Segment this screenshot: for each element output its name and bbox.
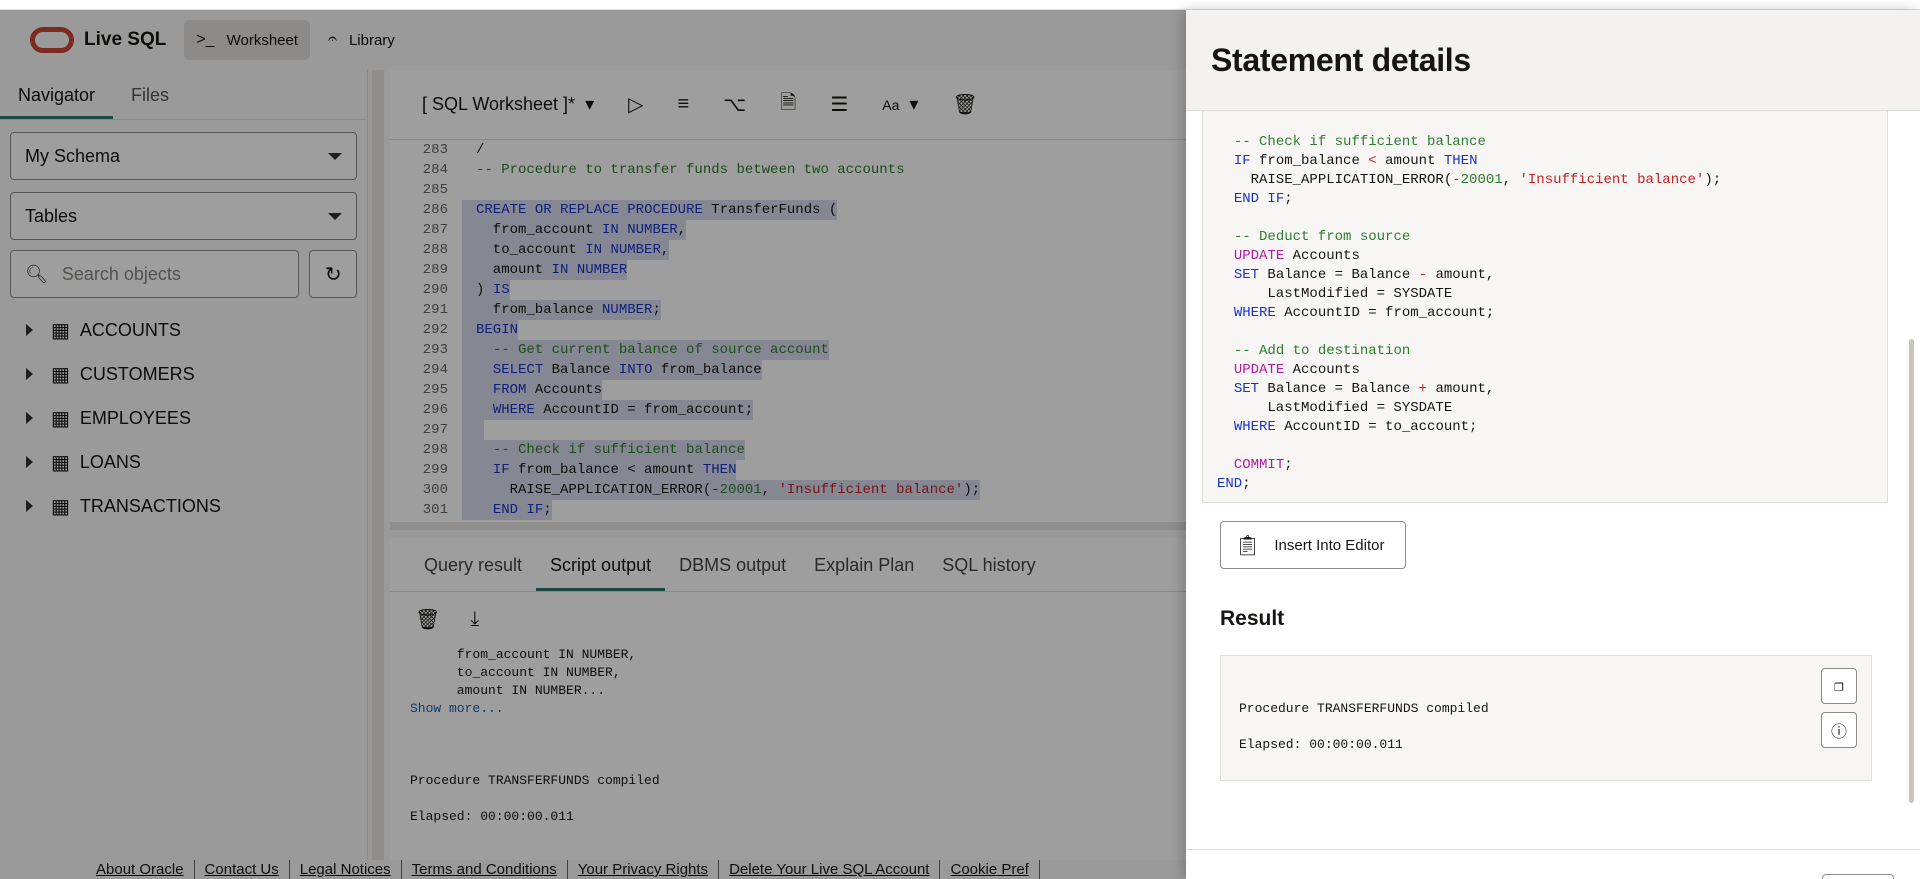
result-heading: Result xyxy=(1220,607,1285,630)
drawer-title: Statement details xyxy=(1211,41,1471,78)
browser-strip xyxy=(0,0,1920,10)
drawer-footer: Cl xyxy=(1186,849,1920,879)
clipboard-icon: 📋︎ xyxy=(1235,534,1261,557)
insert-into-editor-button[interactable]: 📋︎ Insert Into Editor xyxy=(1220,521,1406,569)
info-icon: ⓘ xyxy=(1830,724,1847,742)
modal-scrim[interactable] xyxy=(0,10,1186,879)
scrollbar-thumb[interactable] xyxy=(1909,339,1914,803)
copy-button[interactable]: ❐ xyxy=(1821,668,1857,704)
info-button[interactable]: ⓘ xyxy=(1821,712,1857,748)
drawer-header: Statement details xyxy=(1186,10,1920,111)
statement-details-drawer: Statement details -- Check if sufficient… xyxy=(1186,10,1920,879)
result-compiled: Procedure TRANSFERFUNDS compiled xyxy=(1239,701,1489,716)
result-box: Procedure TRANSFERFUNDS compiled Elapsed… xyxy=(1220,655,1872,781)
drawer-body: -- Check if sufficient balance IF from_b… xyxy=(1186,111,1920,849)
drawer-scrollbar[interactable] xyxy=(1906,111,1916,811)
close-button[interactable]: Cl xyxy=(1822,874,1894,879)
insert-label: Insert Into Editor xyxy=(1274,536,1385,554)
result-elapsed: Elapsed: 00:00:00.011 xyxy=(1239,737,1403,752)
copy-icon: ❐ xyxy=(1834,678,1844,696)
statement-code: -- Check if sufficient balance IF from_b… xyxy=(1202,111,1888,503)
